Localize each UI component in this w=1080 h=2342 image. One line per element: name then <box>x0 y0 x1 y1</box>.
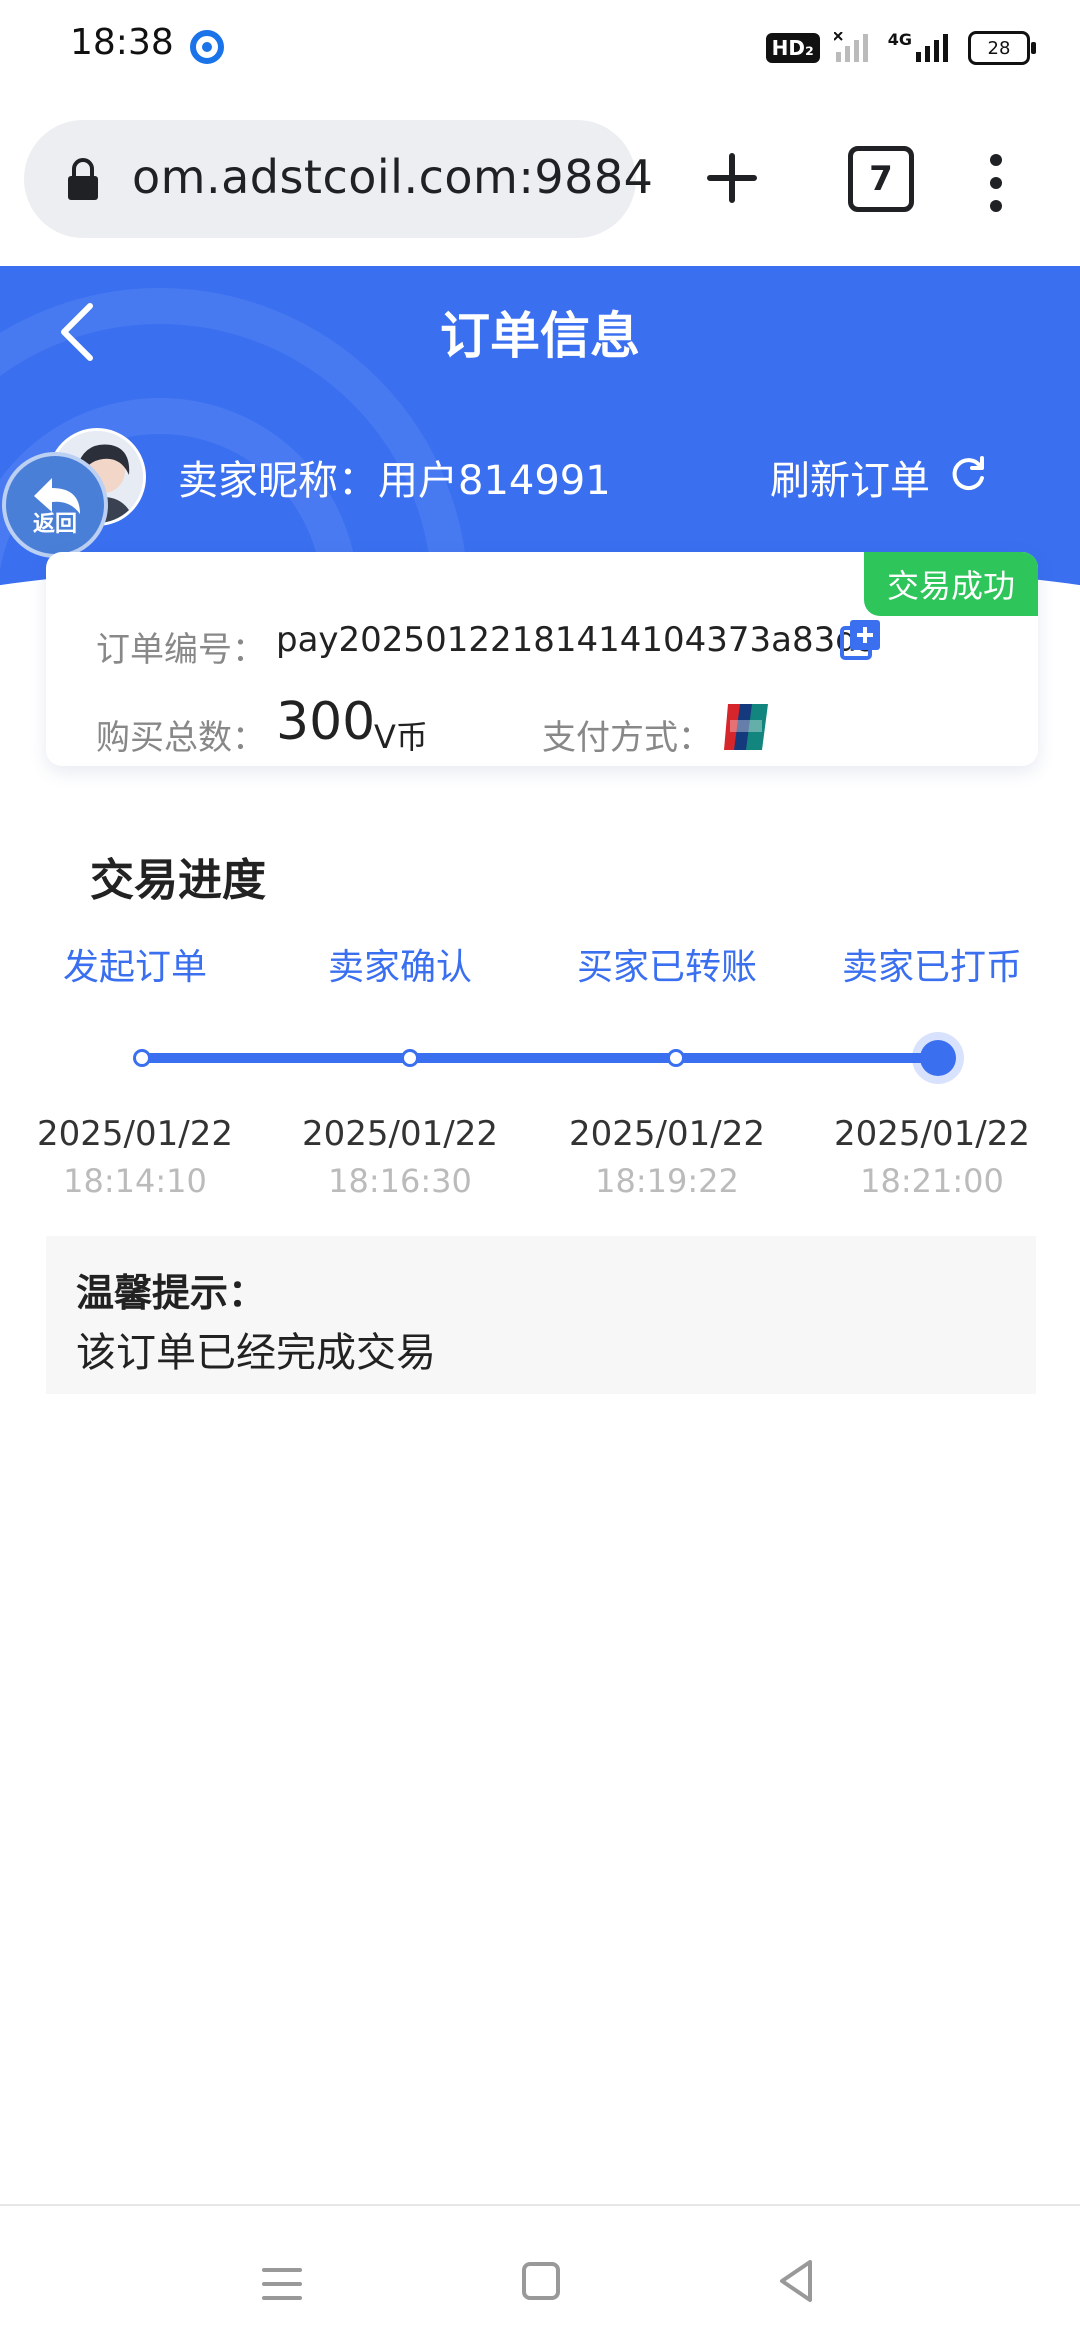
step-label: 卖家确认 <box>327 947 473 988</box>
return-button[interactable]: 返回 <box>2 452 108 558</box>
copy-icon[interactable] <box>840 618 882 660</box>
step-dot-current <box>920 1040 956 1076</box>
seller-nickname: 卖家昵称：用户814991 <box>178 458 611 504</box>
tab-switcher-button[interactable]: 7 <box>848 146 914 212</box>
status-bar: 18:38 HD₂ 4G 28 <box>0 0 1080 96</box>
battery-level: 28 <box>987 37 1011 59</box>
battery-icon: 28 <box>968 31 1036 65</box>
order-card: 交易成功 订单编号： pay20250122181414104373a83d9 … <box>46 552 1038 766</box>
status-badge: 交易成功 <box>864 552 1038 616</box>
lock-icon <box>68 158 98 200</box>
step-label: 买家已转账 <box>576 947 758 988</box>
order-number-label: 订单编号： <box>96 630 266 670</box>
progress-title: 交易进度 <box>90 855 266 906</box>
step-date: 2025/01/22 <box>569 1114 765 1154</box>
status-indicators: HD₂ 4G 28 <box>765 26 1036 70</box>
network-type: 4G <box>887 29 912 49</box>
return-arrow-icon <box>34 478 80 514</box>
hd-voice-icon: HD₂ <box>765 33 820 63</box>
refresh-order-button[interactable]: 刷新订单 <box>770 448 930 506</box>
tip-title: 温馨提示： <box>76 1271 267 1315</box>
step-dot <box>401 1049 419 1067</box>
step-time: 18:21:00 <box>860 1162 1004 1200</box>
quantity-value: 300 <box>276 692 376 752</box>
step-time: 18:14:10 <box>63 1162 207 1200</box>
step-dot <box>133 1049 151 1067</box>
address-bar[interactable]: om.adstcoil.com:9884 <box>24 120 653 238</box>
url-text: om.adstcoil.com:9884 <box>132 150 654 204</box>
step-time: 18:16:30 <box>328 1162 472 1200</box>
payment-method-label: 支付方式： <box>542 718 712 758</box>
tip-text: 该订单已经完成交易 <box>76 1330 436 1376</box>
refresh-icon[interactable] <box>948 454 988 494</box>
signal-weak-icon <box>833 32 868 62</box>
quantity-unit: V币 <box>374 718 428 756</box>
signal-strong-icon <box>916 34 948 62</box>
system-nav-bar <box>0 2204 1080 2342</box>
progress-track <box>140 1053 940 1063</box>
quantity-label: 购买总数： <box>96 718 266 758</box>
app-notification-icon <box>190 30 224 64</box>
recent-apps-icon[interactable] <box>262 2266 302 2302</box>
more-menu-icon[interactable] <box>980 152 1012 214</box>
order-number-value: pay20250122181414104373a83d9 <box>276 620 879 660</box>
step-date: 2025/01/22 <box>37 1114 233 1154</box>
browser-toolbar: om.adstcoil.com:9884 7 <box>0 96 1080 268</box>
status-time: 18:38 <box>70 22 174 63</box>
step-time: 18:19:22 <box>595 1162 739 1200</box>
tip-box: 温馨提示： 该订单已经完成交易 <box>46 1236 1036 1394</box>
step-dot <box>667 1049 685 1067</box>
step-date: 2025/01/22 <box>834 1114 1030 1154</box>
new-tab-icon[interactable] <box>700 146 764 210</box>
home-icon[interactable] <box>522 2262 560 2300</box>
step-label: 卖家已打币 <box>841 947 1023 988</box>
step-date: 2025/01/22 <box>302 1114 498 1154</box>
return-label: 返回 <box>32 512 77 537</box>
unionpay-icon <box>724 704 768 750</box>
step-label: 发起订单 <box>62 947 208 988</box>
page-title: 订单信息 <box>440 307 640 365</box>
back-icon[interactable] <box>776 2258 816 2304</box>
